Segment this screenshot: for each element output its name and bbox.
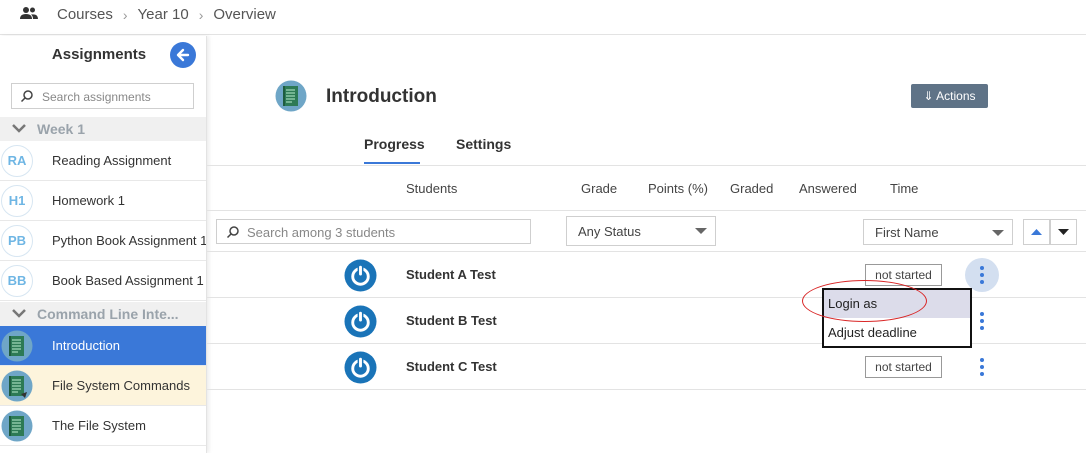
collapse-sidebar-button[interactable]	[170, 42, 196, 68]
sort-field-select[interactable]: First Name	[863, 219, 1013, 245]
sidebar-item-label: File System Commands	[52, 378, 190, 393]
student-name[interactable]: Student A Test	[406, 267, 496, 282]
sort-ascending-button[interactable]	[1023, 219, 1050, 245]
row-menu-button[interactable]	[965, 258, 999, 292]
sidebar-item-label: Homework 1	[52, 193, 125, 208]
chevron-right-icon: ›	[198, 6, 204, 23]
chevron-right-icon: ›	[122, 6, 128, 23]
section-label: Week 1	[37, 121, 85, 137]
assignment-badge: BB	[1, 265, 33, 297]
caret-down-icon	[695, 228, 707, 234]
sidebar-item-book-based-assignment[interactable]: BB Book Based Assignment 1	[0, 261, 206, 301]
sidebar-item-homework-1[interactable]: H1 Homework 1	[0, 181, 206, 221]
breadcrumb-overview[interactable]: Overview	[213, 6, 276, 23]
column-students[interactable]: Students	[406, 181, 457, 196]
top-bar: Courses › Year 10 › Overview	[0, 0, 1086, 35]
student-name[interactable]: Student B Test	[406, 313, 497, 328]
menu-item-adjust-deadline[interactable]: Adjust deadline	[824, 319, 970, 347]
kebab-dot	[980, 365, 984, 369]
divider	[207, 165, 1086, 166]
assignment-badge: H1	[1, 185, 33, 217]
tab-progress[interactable]: Progress	[364, 136, 425, 152]
sidebar-item-the-file-system[interactable]: The File System	[0, 406, 206, 446]
kebab-dot	[980, 372, 984, 376]
kebab-dot	[980, 273, 984, 277]
breadcrumb: Courses › Year 10 › Overview	[57, 6, 276, 23]
student-search-input[interactable]: Search among 3 students	[216, 219, 531, 244]
kebab-dot	[980, 319, 984, 323]
active-tab-indicator	[364, 162, 420, 164]
sidebar-item-introduction[interactable]: Introduction	[0, 326, 206, 366]
search-placeholder: Search among 3 students	[247, 225, 396, 240]
sort-descending-button[interactable]	[1050, 219, 1077, 245]
power-icon	[344, 305, 377, 338]
student-name[interactable]: Student C Test	[406, 359, 497, 374]
sidebar-item-label: Reading Assignment	[52, 153, 172, 168]
breadcrumb-courses[interactable]: Courses	[57, 6, 113, 23]
users-icon[interactable]	[20, 6, 38, 23]
assignment-badge: PB	[1, 225, 33, 257]
kebab-dot	[980, 280, 984, 284]
chevron-down-icon	[12, 309, 26, 318]
section-label: Command Line Inte...	[37, 306, 179, 322]
notebook-icon	[1, 330, 33, 362]
divider	[207, 210, 1086, 211]
search-icon	[226, 226, 239, 239]
kebab-dot	[980, 266, 984, 270]
caret-down-icon	[1058, 229, 1069, 235]
kebab-dot	[980, 312, 984, 316]
assignments-sidebar: Assignments Search assignments Week 1 RA…	[0, 36, 207, 453]
power-icon	[344, 351, 377, 384]
assignment-badge: RA	[1, 145, 33, 177]
power-icon	[344, 259, 377, 292]
page-title: Introduction	[326, 86, 437, 107]
sort-field-value: First Name	[875, 225, 939, 240]
chevron-down-icon	[12, 124, 26, 133]
search-placeholder: Search assignments	[42, 90, 151, 104]
row-menu-button[interactable]	[965, 350, 999, 384]
kebab-dot	[980, 358, 984, 362]
sidebar-title: Assignments	[51, 46, 147, 63]
sidebar-item-label: Introduction	[52, 338, 120, 353]
annotation-ellipse	[802, 280, 927, 322]
notebook-icon	[275, 80, 307, 112]
notebook-icon	[1, 370, 33, 402]
column-points[interactable]: Points (%)	[648, 181, 708, 196]
notebook-icon	[1, 410, 33, 442]
status-filter-select[interactable]: Any Status	[566, 216, 716, 246]
status-filter-value: Any Status	[578, 224, 641, 239]
caret-up-icon	[1031, 229, 1042, 235]
actions-button[interactable]: ⇓ Actions	[911, 84, 988, 108]
search-icon	[20, 90, 33, 103]
arrow-left-icon	[176, 48, 190, 62]
kebab-dot	[980, 326, 984, 330]
tab-settings[interactable]: Settings	[456, 136, 511, 152]
table-row[interactable]: Student C Test not started	[207, 344, 1086, 390]
assignment-search-input[interactable]: Search assignments	[11, 83, 194, 109]
sidebar-item-file-system-commands[interactable]: File System Commands	[0, 366, 206, 406]
caret-down-icon	[992, 230, 1004, 236]
section-week-1[interactable]: Week 1	[0, 117, 206, 141]
sidebar-item-label: Book Based Assignment 1	[52, 273, 204, 288]
status-badge: not started	[865, 356, 942, 378]
sidebar-item-label: Python Book Assignment 1	[52, 233, 207, 248]
breadcrumb-year[interactable]: Year 10	[138, 6, 189, 23]
column-grade[interactable]: Grade	[581, 181, 617, 196]
column-time[interactable]: Time	[890, 181, 918, 196]
sidebar-item-reading-assignment[interactable]: RA Reading Assignment	[0, 141, 206, 181]
column-graded[interactable]: Graded	[730, 181, 773, 196]
sidebar-item-label: The File System	[52, 418, 146, 433]
section-command-line[interactable]: Command Line Inte...	[0, 302, 206, 326]
sidebar-item-python-book-assignment[interactable]: PB Python Book Assignment 1	[0, 221, 206, 261]
column-answered[interactable]: Answered	[799, 181, 857, 196]
